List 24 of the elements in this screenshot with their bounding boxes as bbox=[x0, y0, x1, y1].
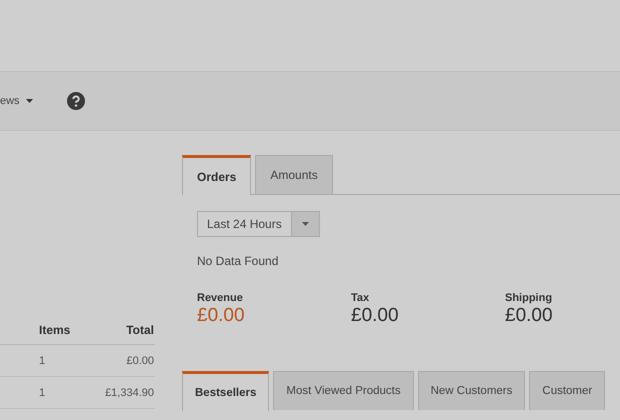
chart-tab[interactable]: Amounts bbox=[255, 155, 333, 194]
table-cell: £0.00 bbox=[84, 344, 155, 376]
grid-tab[interactable]: Bestsellers bbox=[182, 371, 270, 411]
total-value: £0.00 bbox=[505, 305, 554, 327]
menu-dropdown[interactable]: ews bbox=[0, 95, 33, 107]
grid-tab[interactable]: Most Viewed Products bbox=[273, 371, 414, 410]
table-cell: 1 bbox=[38, 344, 84, 376]
grid-tab[interactable]: New Customers bbox=[418, 371, 526, 410]
caret-icon bbox=[302, 222, 309, 226]
table-cell: 1 bbox=[38, 376, 84, 408]
grid-tab[interactable]: Customer bbox=[529, 371, 606, 410]
caret-icon bbox=[26, 99, 33, 103]
total-label: Shipping bbox=[505, 292, 554, 304]
column-header: Total bbox=[84, 316, 155, 344]
no-data-message: No Data Found bbox=[197, 254, 280, 268]
total-label: Tax bbox=[351, 292, 370, 304]
help-icon[interactable] bbox=[66, 92, 85, 110]
total-value: £0.00 bbox=[197, 305, 246, 327]
total-label: Revenue bbox=[197, 292, 244, 304]
table-cell: £1,334.90 bbox=[84, 376, 155, 408]
column-header: Items bbox=[38, 316, 84, 344]
period-select[interactable]: Last 24 Hours bbox=[197, 211, 320, 237]
total-value: £0.00 bbox=[351, 305, 400, 327]
chart-tab[interactable]: Orders bbox=[182, 155, 252, 195]
